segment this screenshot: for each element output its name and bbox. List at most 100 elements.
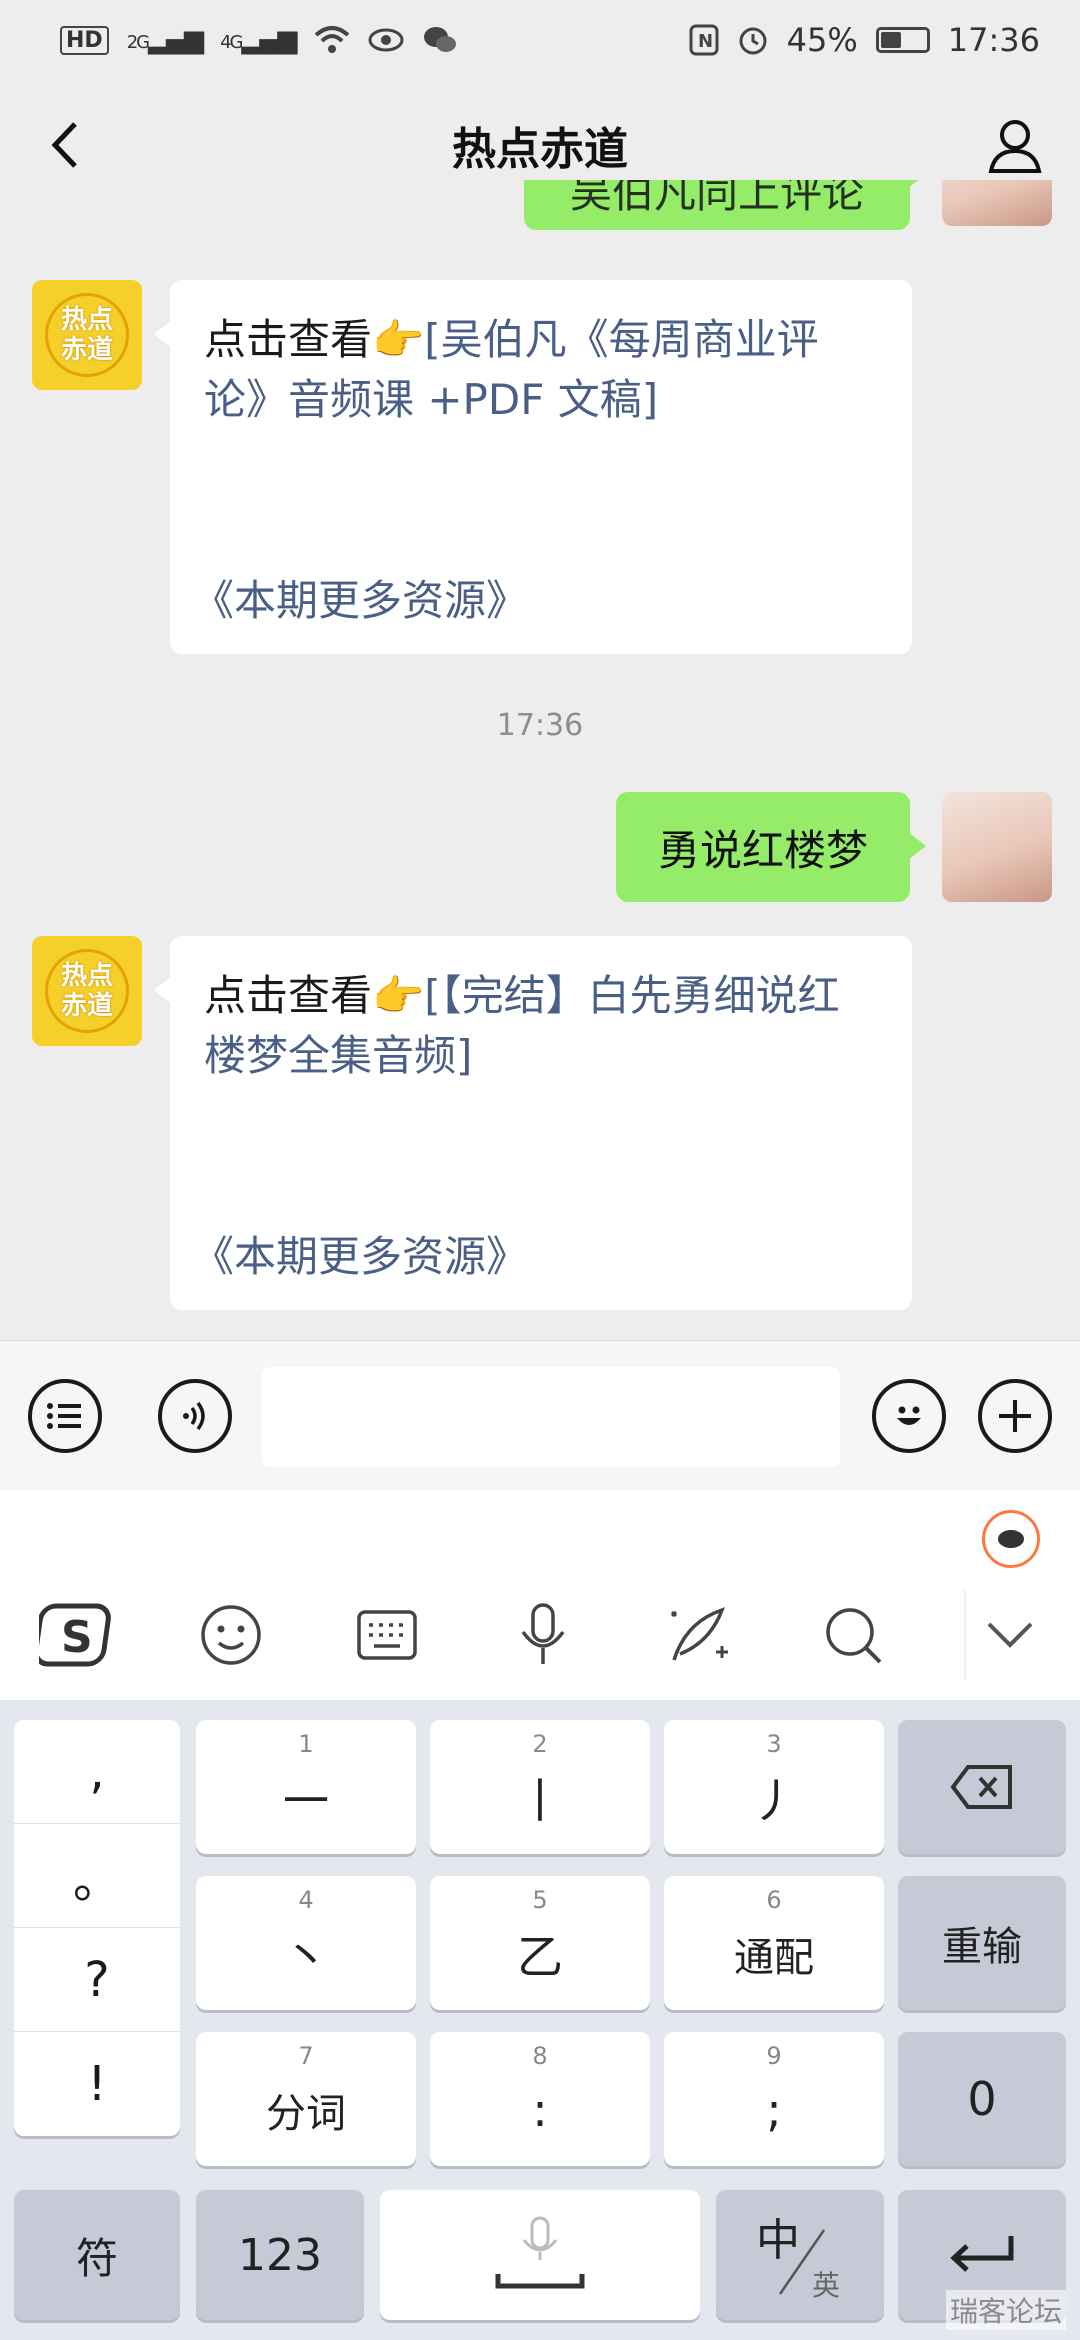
sogou-logo-button[interactable]: S [32, 1590, 122, 1680]
bot-avatar[interactable]: 热点 赤道 [32, 280, 142, 390]
mascot-icon[interactable] [982, 1510, 1040, 1568]
symbol-key[interactable]: 符 [14, 2190, 180, 2320]
search-button[interactable] [808, 1590, 898, 1680]
punct-key[interactable]: , [14, 1720, 180, 1824]
lang-sub: 英 [812, 2269, 841, 2302]
collapse-keyboard-button[interactable] [964, 1590, 1054, 1680]
voice-button[interactable] [158, 1379, 232, 1453]
reenter-key[interactable]: 重输 [898, 1876, 1066, 2010]
key-7[interactable]: 7 分词 [196, 2032, 416, 2166]
user-avatar[interactable] [942, 180, 1052, 226]
timestamp: 17:36 [496, 708, 584, 743]
keyboard-switch-button[interactable] [342, 1590, 432, 1680]
punct-key[interactable]: 。 [14, 1824, 180, 1928]
key-label: 分词 [266, 2091, 346, 2137]
chat-area[interactable]: 吴伯凡同上评论 热点 赤道 点击查看👉[吴伯凡《每周商业评论》音频课 +PDF 文… [0, 180, 1080, 1340]
key-number: 5 [532, 1886, 548, 1914]
status-bar: HD 2G▂▄▆ 4G▂▄▆ N 45% 17:36 [0, 0, 1080, 80]
chevron-down-icon [987, 1622, 1033, 1648]
keyboard: , 。 ? ! 1一 2丨 3丿 4丶 5乙 6 通配 重输 7 分词 8: 9; … [0, 1700, 1080, 2340]
message-card[interactable]: 点击查看👉[【完结】白先勇细说红楼梦全集音频] 《本期更多资源》 [154, 936, 912, 1310]
signal-label-4g: 4G [220, 32, 243, 53]
key-number: 7 [298, 2042, 314, 2070]
key-number: 2 [532, 1730, 548, 1758]
user-avatar[interactable] [942, 792, 1052, 902]
key-8[interactable]: 8: [430, 2032, 650, 2166]
key-6[interactable]: 6 通配 [664, 1876, 884, 2010]
bot-avatar[interactable]: 热点 赤道 [32, 936, 142, 1046]
bot-logo-line1: 热点 [60, 961, 113, 991]
punct-key[interactable]: ! [14, 2032, 180, 2136]
emoji-panel-button[interactable] [186, 1590, 276, 1680]
key-label: 丶 [283, 1930, 329, 1984]
key-label: 一 [283, 1774, 329, 1828]
numbers-key[interactable]: 123 [196, 2190, 364, 2320]
punctuation-column[interactable]: , 。 ? ! [14, 1720, 180, 2136]
key-5[interactable]: 5乙 [430, 1876, 650, 2010]
voice-icon [183, 1401, 205, 1431]
key-2[interactable]: 2丨 [430, 1720, 650, 1854]
card-text: 点击查看👉[吴伯凡《每周商业评论》音频课 +PDF 文稿] [204, 310, 878, 430]
card-prefix: 点击查看👉 [204, 315, 425, 364]
key-4[interactable]: 4丶 [196, 1876, 416, 2010]
space-mic-icon [495, 2216, 585, 2289]
more-resources-link[interactable]: 《本期更多资源》 [192, 567, 528, 628]
wifi-icon [314, 26, 349, 53]
enter-icon [950, 2236, 1014, 2272]
backspace-icon [950, 1765, 1012, 1809]
quill-icon [670, 1607, 728, 1661]
watermark: 瑞客论坛 [945, 2290, 1066, 2330]
handwriting-button[interactable] [654, 1590, 744, 1680]
voice-input-button[interactable] [498, 1590, 588, 1680]
bot-logo-line2: 赤道 [60, 991, 113, 1021]
key-1[interactable]: 1一 [196, 1720, 416, 1854]
page-title: 热点赤道 [452, 124, 628, 175]
battery-icon [875, 27, 930, 53]
plus-icon [999, 1400, 1031, 1432]
key-label: 丨 [517, 1774, 563, 1828]
chat-info-button[interactable] [980, 110, 1050, 180]
message-bubble-partial[interactable]: 吴伯凡同上评论 [524, 180, 926, 230]
svg-text:N: N [698, 31, 713, 52]
signal-label-2g: 2G [126, 32, 150, 53]
key-9[interactable]: 9; [664, 2032, 884, 2166]
key-label: 通配 [734, 1935, 814, 1981]
key-label: ; [766, 2083, 782, 2137]
backspace-key[interactable] [898, 1720, 1066, 1854]
key-number: 3 [766, 1730, 782, 1758]
bot-logo-line2: 赤道 [60, 335, 113, 365]
input-bar [0, 1340, 1080, 1490]
sogou-icon: S [39, 1603, 111, 1667]
space-key[interactable] [380, 2190, 700, 2320]
slash-divider [778, 2229, 826, 2295]
key-number: 6 [766, 1886, 782, 1914]
microphone-icon [521, 1603, 565, 1664]
language-switch-key[interactable]: 中 英 [716, 2190, 884, 2320]
signal-icon-4g: 4G▂▄▆ [220, 25, 297, 55]
menu-button[interactable] [28, 1379, 102, 1453]
message-input[interactable] [262, 1367, 840, 1467]
nfc-icon: N [689, 24, 719, 56]
emoji-button[interactable] [872, 1379, 946, 1453]
message-bubble-user[interactable]: 勇说红楼梦 [616, 792, 926, 902]
zero-key[interactable]: 0 [898, 2032, 1066, 2166]
status-right: N 45% 17:36 [689, 21, 1040, 59]
eye-icon [368, 28, 403, 52]
battery-fill [880, 32, 901, 48]
mascot-eye [998, 1530, 1024, 1548]
back-button[interactable] [30, 110, 100, 180]
bot-logo-line1: 热点 [60, 305, 113, 335]
wechat-icon [423, 27, 456, 52]
bot-logo: 热点 赤道 [45, 949, 129, 1033]
svg-text:S: S [61, 1612, 93, 1663]
add-button[interactable] [978, 1379, 1052, 1453]
list-icon [47, 1403, 81, 1429]
message-card[interactable]: 点击查看👉[吴伯凡《每周商业评论》音频课 +PDF 文稿] 《本期更多资源》 [154, 280, 912, 654]
status-left: HD 2G▂▄▆ 4G▂▄▆ [60, 24, 458, 56]
more-resources-link[interactable]: 《本期更多资源》 [192, 1223, 528, 1284]
key-3[interactable]: 3丿 [664, 1720, 884, 1854]
key-number: 1 [298, 1730, 314, 1758]
punct-key[interactable]: ? [14, 1928, 180, 2032]
battery-percent: 45% [786, 21, 858, 59]
key-number: 4 [298, 1886, 314, 1914]
